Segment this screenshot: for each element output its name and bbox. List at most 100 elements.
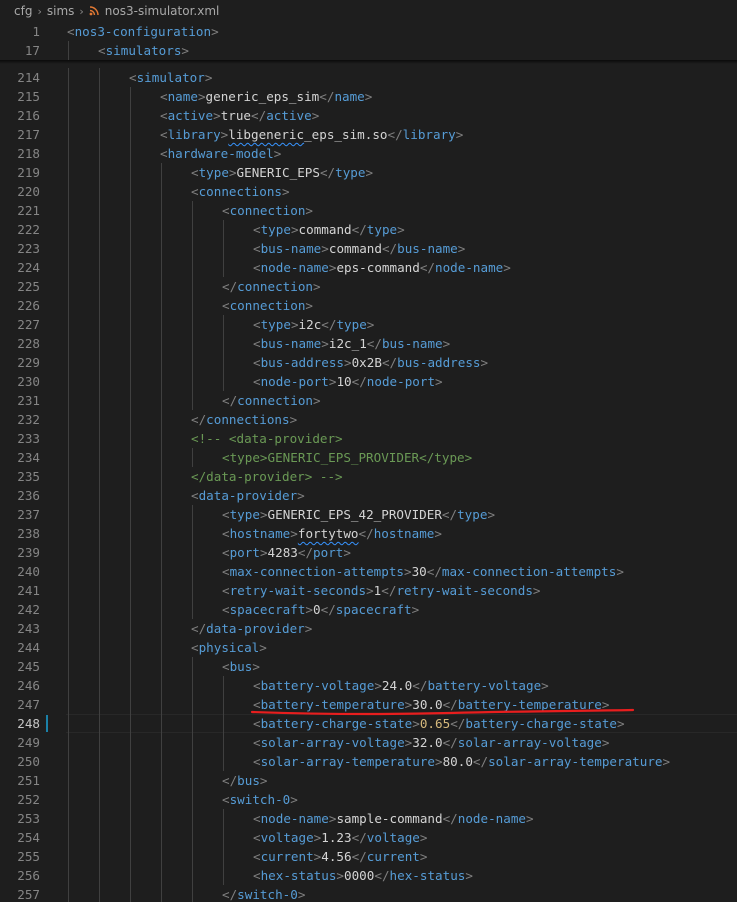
xml-text: 4.56 bbox=[321, 849, 352, 864]
code-line[interactable]: 222 <type>command</type> bbox=[0, 220, 737, 239]
code-line[interactable]: 225 </connection> bbox=[0, 277, 737, 296]
xml-text: _eps_sim.so bbox=[304, 127, 388, 142]
code-line[interactable]: 250 <solar-array-temperature>80.0</solar-… bbox=[0, 752, 737, 771]
indent-guide bbox=[223, 695, 224, 714]
code-line[interactable]: 218 <hardware-model> bbox=[0, 144, 737, 163]
code-line[interactable]: 224 <node-name>eps-command</node-name> bbox=[0, 258, 737, 277]
line-number: 1 bbox=[32, 24, 40, 39]
breadcrumb-item-file[interactable]: nos3-simulator.xml bbox=[105, 4, 220, 18]
code-editor[interactable]: 1 <nos3-configuration> 17 <simulators> 214 <s… bbox=[0, 22, 737, 902]
indent-guide bbox=[223, 372, 224, 391]
indent-guide bbox=[99, 733, 100, 752]
xml-bracket: < bbox=[253, 830, 261, 845]
code-line[interactable]: 235 </data-provider> --> bbox=[0, 467, 737, 486]
code-line[interactable]: 239 <port>4283</port> bbox=[0, 543, 737, 562]
code-line[interactable]: 257 </switch-0> bbox=[0, 885, 737, 902]
code-line[interactable]: 236 <data-provider> bbox=[0, 486, 737, 505]
code-line[interactable]: 227 <type>i2c</type> bbox=[0, 315, 737, 334]
line-number: 240 bbox=[17, 564, 40, 579]
indent-guide bbox=[99, 429, 100, 448]
code-line[interactable]: 240 <max-connection-attempts>30</max-conn… bbox=[0, 562, 737, 581]
code-line[interactable]: 228 <bus-name>i2c_1</bus-name> bbox=[0, 334, 737, 353]
indent-guide bbox=[68, 809, 69, 828]
code-line[interactable]: 238 <hostname>fortytwo</hostname> bbox=[0, 524, 737, 543]
indent-guide bbox=[68, 543, 69, 562]
code-line[interactable]: 245 <bus> bbox=[0, 657, 737, 676]
code-line[interactable]: 254 <voltage>1.23</voltage> bbox=[0, 828, 737, 847]
code-line[interactable]: 243 </data-provider> bbox=[0, 619, 737, 638]
indent-guide bbox=[223, 733, 224, 752]
xml-tag-name: hostname bbox=[373, 526, 435, 541]
xml-bracket: > bbox=[282, 184, 290, 199]
breadcrumb-item-cfg[interactable]: cfg bbox=[14, 4, 32, 18]
xml-tag-name: current bbox=[260, 849, 314, 864]
code-line[interactable]: 217 <library>libgeneric_eps_sim.so</libra… bbox=[0, 125, 737, 144]
code-line[interactable]: 241 <retry-wait-seconds>1</retry-wait-sec… bbox=[0, 581, 737, 600]
xml-bracket: > bbox=[403, 564, 412, 579]
indent-guide bbox=[99, 600, 100, 619]
code-line[interactable]: 229 <bus-address>0x2B</bus-address> bbox=[0, 353, 737, 372]
code-line[interactable]: 256 <hex-status>0000</hex-status> bbox=[0, 866, 737, 885]
indent-guide bbox=[192, 524, 193, 543]
code-line[interactable]: 221 <connection> bbox=[0, 201, 737, 220]
indent-guide bbox=[130, 334, 131, 353]
xml-tag-name: data-provider bbox=[206, 621, 305, 636]
code-line[interactable]: 249 <solar-array-voltage>32.0</solar-arra… bbox=[0, 733, 737, 752]
code-line[interactable]: 242 <spacecraft>0</spacecraft> bbox=[0, 600, 737, 619]
indent-guide bbox=[161, 771, 162, 790]
code-line[interactable]: 1 <nos3-configuration> bbox=[0, 22, 737, 41]
indent-guide bbox=[99, 543, 100, 562]
code-line[interactable]: 255 <current>4.56</current> bbox=[0, 847, 737, 866]
breadcrumb-item-sims[interactable]: sims bbox=[47, 4, 75, 18]
indent-guide bbox=[192, 657, 193, 676]
indent-guide bbox=[68, 714, 69, 733]
code-text: <type>GENERIC_EPS</type> bbox=[191, 163, 373, 182]
code-line[interactable]: 233 <!-- <data-provider> bbox=[0, 429, 737, 448]
xml-bracket: > bbox=[311, 108, 320, 123]
xml-bracket: < bbox=[222, 545, 230, 560]
code-line[interactable]: 223 <bus-name>command</bus-name> bbox=[0, 239, 737, 258]
xml-text: command bbox=[328, 241, 382, 256]
xml-bracket: </ bbox=[381, 241, 398, 256]
code-text: <node-name>sample-command</node-name> bbox=[253, 809, 534, 828]
code-text: <battery-temperature>30.0</battery-tempe… bbox=[253, 695, 609, 714]
code-line[interactable]: 232 </connections> bbox=[0, 410, 737, 429]
code-line[interactable]: 251 </bus> bbox=[0, 771, 737, 790]
code-line[interactable]: 230 <node-port>10</node-port> bbox=[0, 372, 737, 391]
code-line[interactable]: 234 <type>GENERIC_EPS_PROVIDER</type> bbox=[0, 448, 737, 467]
code-line[interactable]: 216 <active>true</active> bbox=[0, 106, 737, 125]
code-line[interactable]: 231 </connection> bbox=[0, 391, 737, 410]
xml-bracket: </ bbox=[351, 849, 367, 864]
xml-bracket: < bbox=[253, 697, 261, 712]
xml-bracket: < bbox=[253, 716, 261, 731]
indent-guide bbox=[99, 828, 100, 847]
code-line[interactable]: 220 <connections> bbox=[0, 182, 737, 201]
code-line[interactable]: 253 <node-name>sample-command</node-name> bbox=[0, 809, 737, 828]
code-line[interactable]: 215 <name>generic_eps_sim</name> bbox=[0, 87, 737, 106]
code-line[interactable]: 247 <battery-temperature>30.0</battery-te… bbox=[0, 695, 737, 714]
code-line[interactable]: 226 <connection> bbox=[0, 296, 737, 315]
code-line[interactable]: 237 <type>GENERIC_EPS_42_PROVIDER</type> bbox=[0, 505, 737, 524]
indent-guide bbox=[192, 315, 193, 334]
indent-guide bbox=[192, 695, 193, 714]
code-line[interactable]: 244 <physical> bbox=[0, 638, 737, 657]
indent-guide bbox=[192, 600, 193, 619]
indent-guide bbox=[99, 505, 100, 524]
indent-guide bbox=[223, 239, 224, 258]
indent-guide bbox=[161, 467, 162, 486]
xml-tag-name: solar-array-voltage bbox=[260, 735, 405, 750]
code-line[interactable]: 246 <battery-voltage>24.0</battery-voltag… bbox=[0, 676, 737, 695]
indent-guide bbox=[68, 106, 69, 125]
line-number: 239 bbox=[17, 545, 40, 560]
xml-tag-name: hex-status bbox=[389, 868, 466, 883]
code-line[interactable]: 219 <type>GENERIC_EPS</type> bbox=[0, 163, 737, 182]
indent-guide bbox=[223, 828, 224, 847]
code-line[interactable]: 248 <battery-charge-state>0.65</battery-c… bbox=[0, 714, 737, 733]
indent-guide bbox=[130, 828, 131, 847]
code-line[interactable]: 17 <simulators> bbox=[0, 41, 737, 60]
indent-guide bbox=[130, 144, 131, 163]
indent-guide bbox=[99, 467, 100, 486]
code-line[interactable]: 252 <switch-0> bbox=[0, 790, 737, 809]
indent-guide bbox=[68, 163, 69, 182]
code-line[interactable]: 214 <simulator> bbox=[0, 68, 737, 87]
